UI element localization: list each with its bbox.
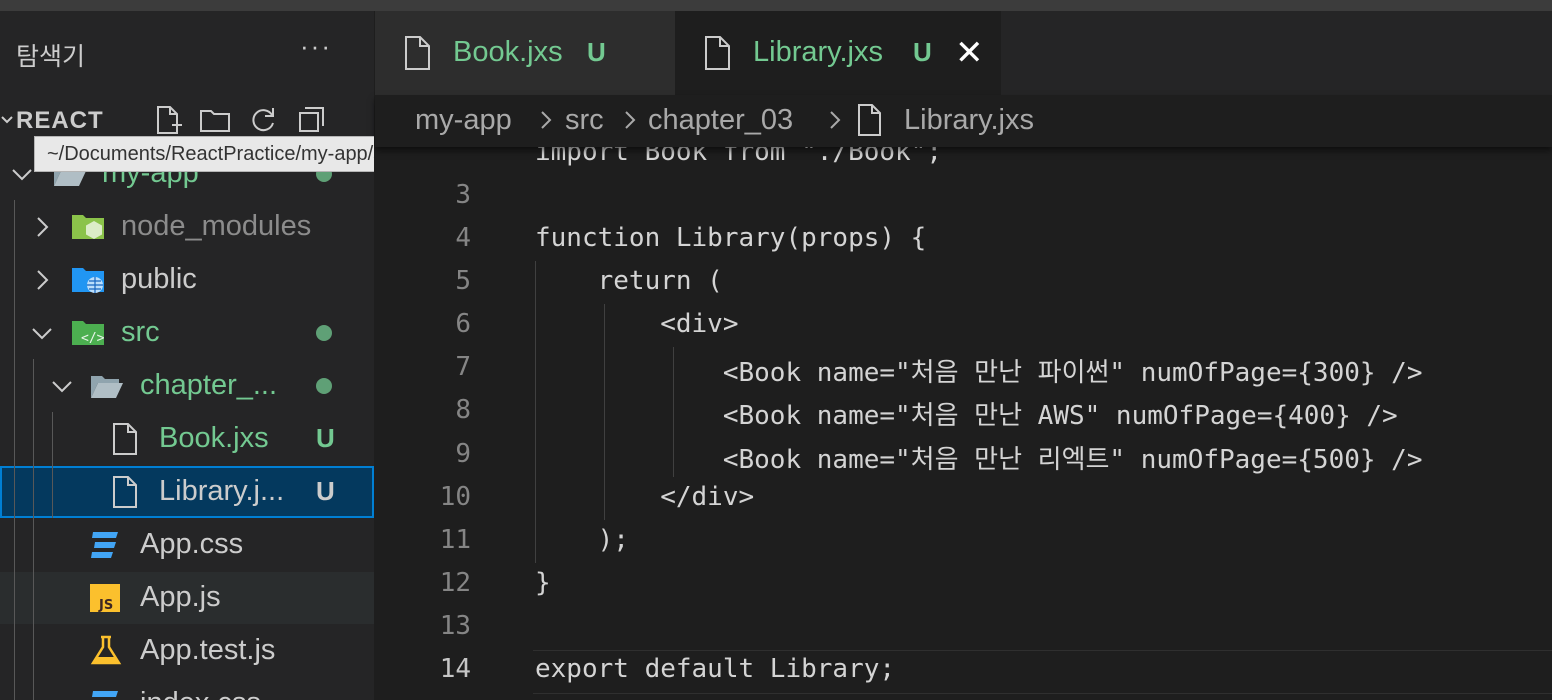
close-icon[interactable]: ✕ xyxy=(955,33,984,73)
line-number: 12 xyxy=(439,568,471,598)
code-editor[interactable]: import Book from "./Book"; 3 4 function … xyxy=(375,131,1552,700)
modified-dot-icon xyxy=(316,378,332,394)
line-number: 9 xyxy=(455,439,471,469)
tree-item-app-js[interactable]: JS App.js xyxy=(0,572,374,624)
code-line: return ( xyxy=(535,266,723,296)
chevron-right-icon xyxy=(32,266,54,294)
workspace-title: REACT xyxy=(16,107,104,134)
tree-item-label: App.css xyxy=(140,528,244,560)
chevron-right-icon xyxy=(32,213,54,241)
indent-guide xyxy=(33,359,34,700)
line-number: 13 xyxy=(439,611,471,641)
public-folder-icon xyxy=(70,264,106,296)
chevron-down-icon xyxy=(30,319,52,347)
indent-guide xyxy=(14,200,15,700)
tree-item-label: src xyxy=(121,316,160,348)
breadcrumb-item-library-jxs[interactable]: Library.jxs xyxy=(904,104,1034,137)
new-file-icon[interactable] xyxy=(150,103,184,137)
tree-item-index-css[interactable]: index.css xyxy=(0,678,374,700)
untracked-badge: U xyxy=(913,37,932,67)
breadcrumb-item-src[interactable]: src xyxy=(565,104,604,137)
tree-item-label: chapter_... xyxy=(140,369,278,401)
svg-text:</>: </> xyxy=(81,331,105,346)
chevron-down-icon xyxy=(0,107,14,137)
tree-item-library-jxs[interactable]: Library.j... U xyxy=(0,466,374,518)
line-number: 10 xyxy=(439,482,471,512)
src-folder-icon: </> xyxy=(70,317,106,349)
line-number: 11 xyxy=(439,525,471,555)
tree-item-label: node_modules xyxy=(121,210,312,242)
file-icon xyxy=(108,423,144,455)
code-line: <Book name="처음 만난 AWS" numOfPage={400} /… xyxy=(535,401,1398,431)
css-file-icon xyxy=(88,529,124,561)
tab-bar: Book.jxs U Library.jxs U ✕ xyxy=(375,11,1552,95)
tree-item-book-jxs[interactable]: Book.jxs U xyxy=(0,413,374,465)
line-number: 7 xyxy=(455,352,471,382)
breadcrumb: my-app src chapter_03 Library.jxs xyxy=(375,95,1552,147)
tree-item-node-modules[interactable]: node_modules xyxy=(0,201,374,253)
new-folder-icon[interactable] xyxy=(198,103,232,137)
untracked-badge: U xyxy=(587,37,606,67)
chevron-right-icon xyxy=(828,104,842,141)
editor-area: Book.jxs U Library.jxs U ✕ my-app src ch… xyxy=(375,11,1552,700)
untracked-badge: U xyxy=(316,476,335,506)
tree-item-label: Book.jxs xyxy=(159,422,269,454)
svg-text:JS: JS xyxy=(98,598,113,613)
line-number: 5 xyxy=(455,266,471,296)
file-icon xyxy=(857,103,883,145)
title-bar xyxy=(0,0,1552,11)
line-number: 4 xyxy=(455,223,471,253)
tree-item-label: App.js xyxy=(140,581,221,613)
folder-open-icon xyxy=(89,370,125,402)
indent-guide xyxy=(52,412,53,518)
tree-item-app-css[interactable]: App.css xyxy=(0,519,374,571)
breadcrumb-item-my-app[interactable]: my-app xyxy=(415,104,512,137)
chevron-right-icon xyxy=(539,104,553,141)
chevron-down-icon xyxy=(50,372,72,400)
code-line: ); xyxy=(535,525,629,555)
file-path-tooltip: ~/Documents/ReactPractice/my-app/src/App… xyxy=(34,136,374,172)
file-icon xyxy=(108,476,144,508)
tree-item-chapter-03[interactable]: chapter_... xyxy=(0,360,374,412)
code-line: <div> xyxy=(535,309,739,339)
js-file-icon: JS xyxy=(88,582,124,614)
explorer-title: 탐색기 xyxy=(16,43,86,71)
tab-book-jxs[interactable]: Book.jxs U xyxy=(375,11,675,95)
line-number: 3 xyxy=(455,180,471,210)
tree-item-app-test-js[interactable]: App.test.js xyxy=(0,625,374,677)
breadcrumb-item-chapter-03[interactable]: chapter_03 xyxy=(648,104,793,137)
tab-label: Library.jxs xyxy=(753,36,883,68)
section-actions xyxy=(150,103,328,137)
refresh-icon[interactable] xyxy=(246,103,280,137)
collapse-all-icon[interactable] xyxy=(294,103,328,137)
code-line: function Library(props) { xyxy=(535,223,927,253)
file-icon xyxy=(403,35,433,71)
tree-item-public[interactable]: public xyxy=(0,254,374,306)
chevron-down-icon xyxy=(10,160,32,188)
tree-item-label: public xyxy=(121,263,197,295)
line-number-current: 14 xyxy=(439,654,471,684)
code-line: } xyxy=(535,568,551,598)
modified-dot-icon xyxy=(316,325,332,341)
code-line: </div> xyxy=(535,482,755,512)
tree-item-label: Library.j... xyxy=(159,475,285,507)
code-line: <Book name="처음 만난 리엑트" numOfPage={500} /… xyxy=(535,445,1423,475)
more-actions-icon[interactable]: ··· xyxy=(300,31,332,62)
file-icon xyxy=(703,35,733,71)
test-flask-icon xyxy=(88,635,124,667)
code-line: export default Library; xyxy=(535,654,896,684)
line-number: 8 xyxy=(455,395,471,425)
tree-item-label: index.css xyxy=(140,687,261,700)
line-number: 6 xyxy=(455,309,471,339)
explorer-sidebar: 탐색기 ··· REACT ~/Documents/ReactPractice/… xyxy=(0,11,374,700)
untracked-badge: U xyxy=(316,423,335,453)
tree-item-label: App.test.js xyxy=(140,634,276,666)
tree-item-src[interactable]: </> src xyxy=(0,307,374,359)
css-file-icon xyxy=(88,688,124,700)
tab-library-jxs[interactable]: Library.jxs U ✕ xyxy=(675,11,1001,95)
chevron-right-icon xyxy=(623,104,637,141)
tab-label: Book.jxs xyxy=(453,36,563,68)
code-line: <Book name="처음 만난 파이썬" numOfPage={300} /… xyxy=(535,358,1423,388)
node-folder-icon xyxy=(70,211,106,243)
